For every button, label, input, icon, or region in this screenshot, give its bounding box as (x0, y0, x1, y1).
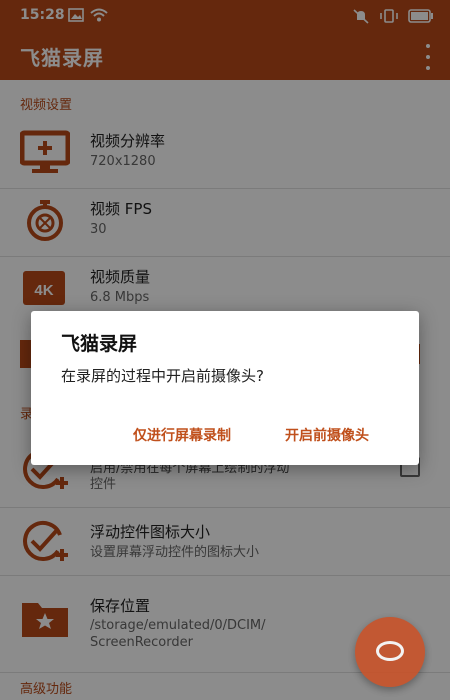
dialog-message: 在录屏的过程中开启前摄像头? (61, 367, 264, 385)
record-only-button[interactable]: 仅进行屏幕录制 (129, 423, 235, 447)
record-fab[interactable] (355, 617, 425, 687)
camera-dialog: 飞猫录屏 在录屏的过程中开启前摄像头? 仅进行屏幕录制 开启前摄像头 (31, 311, 419, 465)
open-camera-button[interactable]: 开启前摄像头 (281, 423, 373, 447)
record-ring-icon (376, 641, 404, 661)
dialog-title: 飞猫录屏 (61, 333, 138, 355)
